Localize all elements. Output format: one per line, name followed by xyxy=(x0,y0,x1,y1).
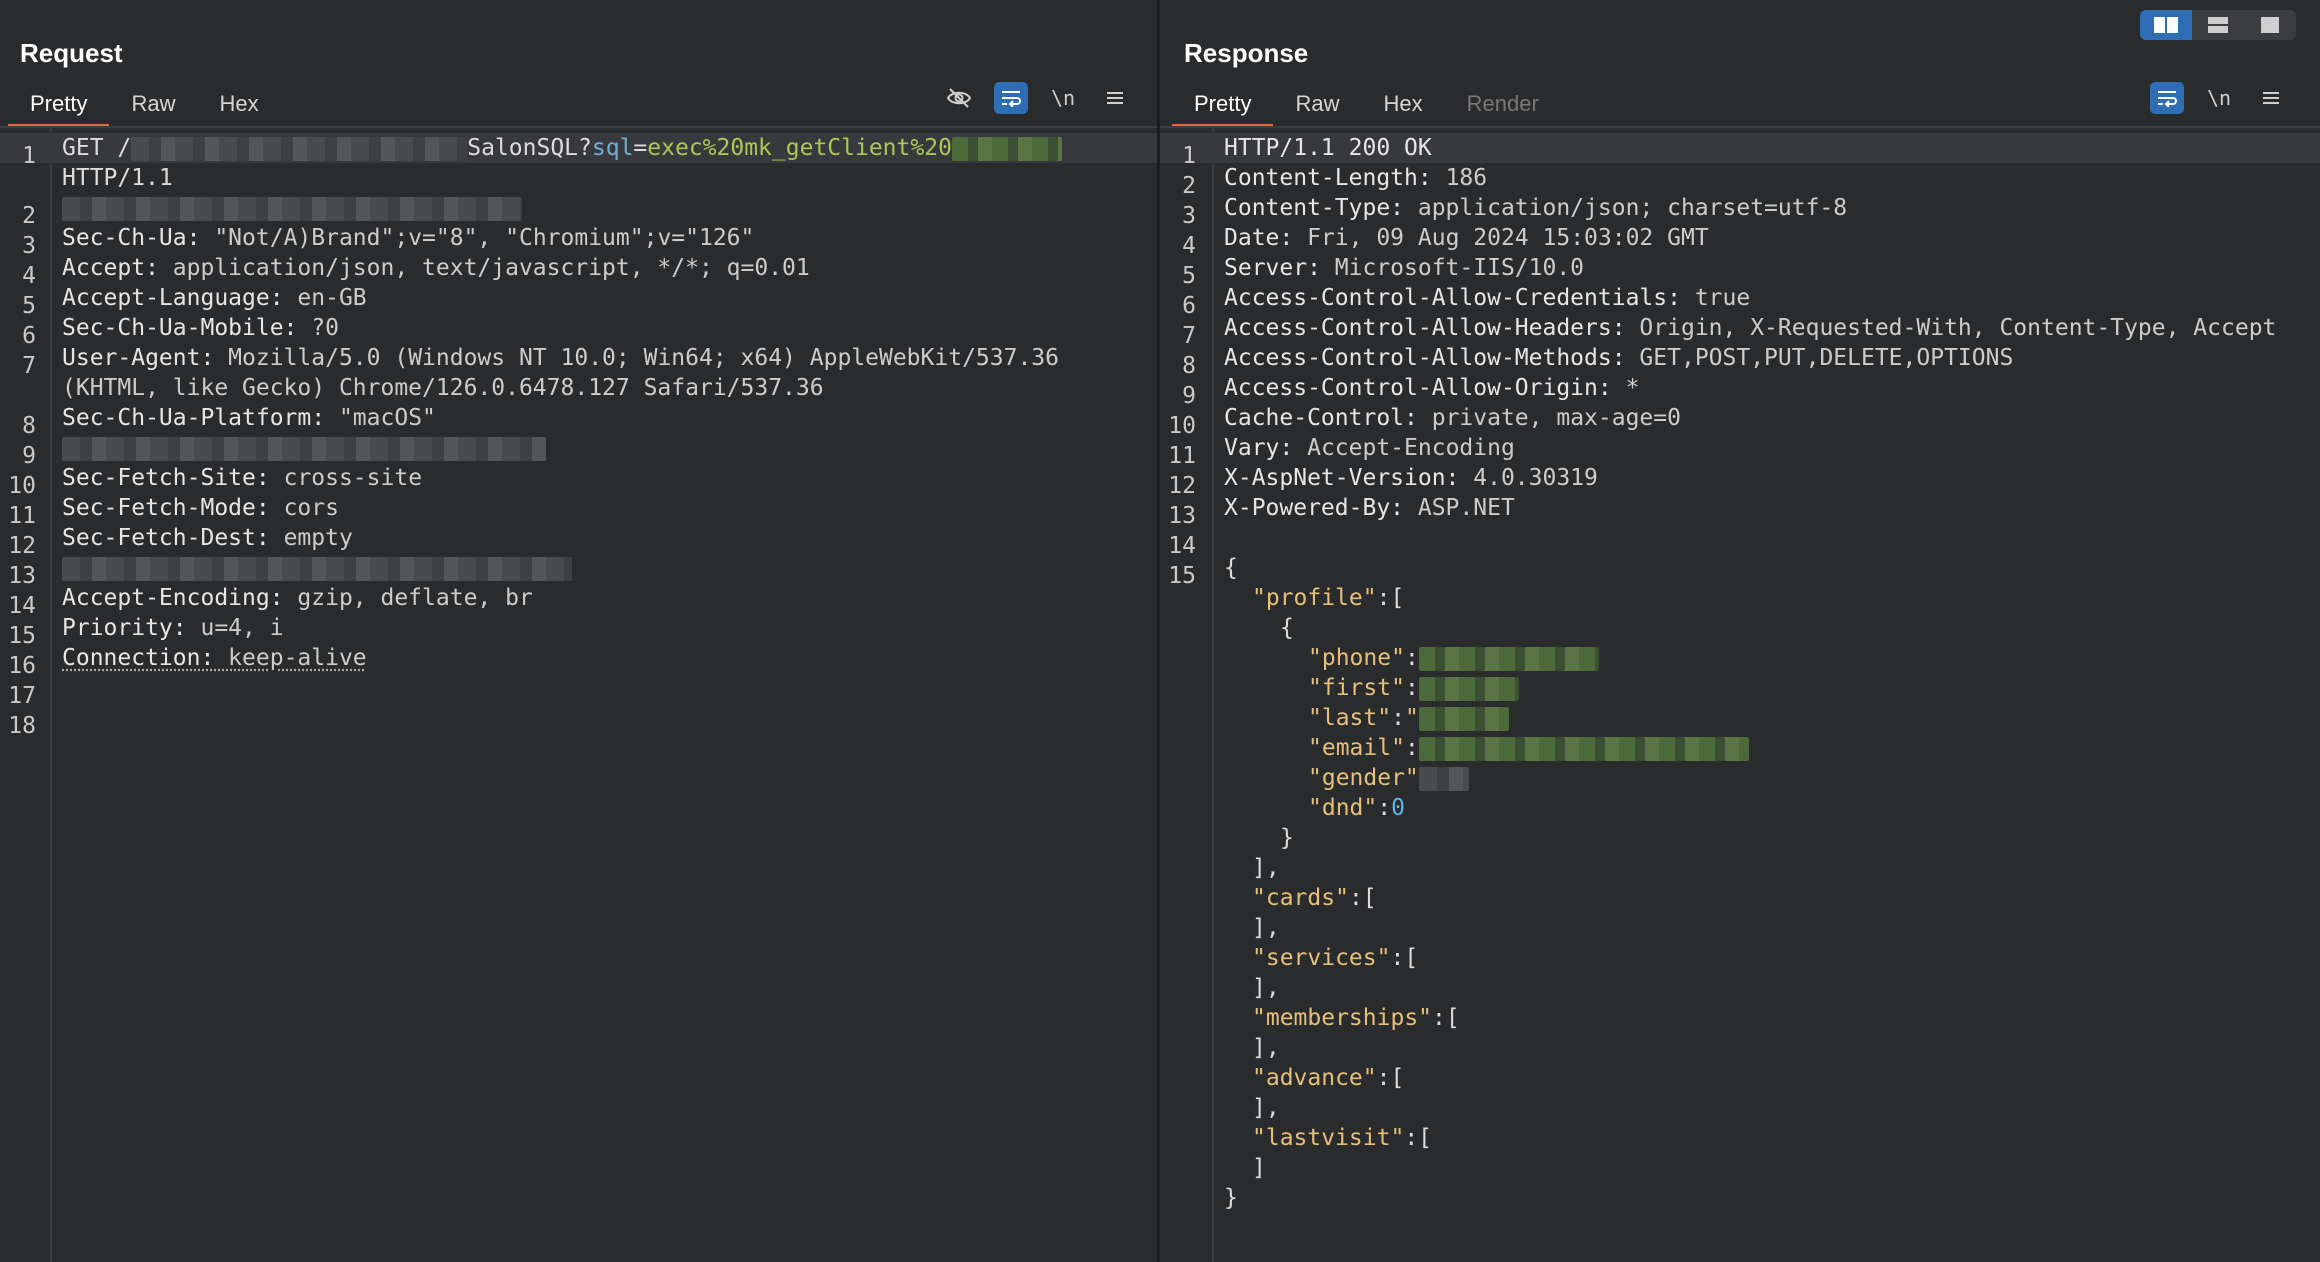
request-line: 10 Sec-Fetch-Site: cross-site xyxy=(8,465,423,499)
request-tab-raw[interactable]: Raw xyxy=(109,88,197,124)
json-line: "memberships":[ xyxy=(1252,1005,1460,1031)
json-line: ], xyxy=(1252,1095,1280,1121)
request-line: 12 Sec-Fetch-Dest: empty xyxy=(8,525,353,559)
json-line: ], xyxy=(1252,975,1280,1001)
response-editor[interactable]: 1 HTTP/1.1 200 OK 2 Content-Length: 186 … xyxy=(1160,128,2320,1262)
menu-icon[interactable] xyxy=(2254,82,2288,114)
redacted-path xyxy=(131,136,468,161)
request-line: (KHTML, like Gecko) Chrome/126.0.6478.12… xyxy=(62,375,824,401)
request-line: 7 User-Agent: Mozilla/5.0 (Windows NT 10… xyxy=(22,345,1060,379)
json-line: "services":[ xyxy=(1252,945,1419,971)
response-line: 11 Vary: Accept-Encoding xyxy=(1168,435,1515,469)
request-editor[interactable]: 1 GET / SalonSQL?sql=exec%20mk_getClient%… xyxy=(0,128,1157,1262)
json-line: { xyxy=(1280,615,1294,641)
newline-icon[interactable]: \n xyxy=(2202,82,2236,114)
response-tab-hex[interactable]: Hex xyxy=(1361,88,1444,124)
eye-off-icon[interactable] xyxy=(942,82,976,114)
request-line: 16 Connection: keep-alive xyxy=(8,645,367,679)
response-title: Response xyxy=(1184,38,1309,68)
request-line: 6 Sec-Ch-Ua-Mobile: ?0 xyxy=(22,315,339,349)
redacted-header xyxy=(62,436,546,461)
redacted-value xyxy=(1418,676,1519,701)
response-line: 6 Access-Control-Allow-Credentials: true xyxy=(1182,285,1751,319)
response-line: 15 { xyxy=(1168,555,1238,589)
request-tabs: Pretty Raw Hex xyxy=(8,88,281,128)
request-panel: Request Pretty Raw Hex \n 1 GET / SalonSQ… xyxy=(0,0,1157,1262)
json-line: ], xyxy=(1252,855,1280,881)
redacted-value xyxy=(1418,736,1749,761)
request-line: 15 Priority: u=4, i xyxy=(8,615,284,649)
response-line: 5 Server: Microsoft-IIS/10.0 xyxy=(1182,255,1585,289)
request-line: 4 Accept: application/json, text/javascr… xyxy=(22,255,810,289)
response-line: 7 Access-Control-Allow-Headers: Origin, … xyxy=(1182,315,2277,349)
response-line: 2 Content-Length: 186 xyxy=(1182,165,1488,199)
split-horizontal-icon[interactable] xyxy=(2140,10,2192,40)
response-line: 10 Cache-Control: private, max-age=0 xyxy=(1168,405,1681,439)
response-line: 8 Access-Control-Allow-Methods: GET,POST… xyxy=(1182,345,2014,379)
request-line: 3 Sec-Ch-Ua: "Not/A)Brand";v="8", "Chrom… xyxy=(22,225,755,259)
json-line: "last":" xyxy=(1160,703,2320,733)
wrap-icon[interactable] xyxy=(994,82,1028,114)
redacted-value xyxy=(1418,706,1509,731)
request-line: 5 Accept-Language: en-GB xyxy=(22,285,367,319)
request-tab-hex[interactable]: Hex xyxy=(197,88,280,124)
redacted-value xyxy=(1418,766,1469,791)
single-pane-icon[interactable] xyxy=(2244,10,2296,40)
response-line: 3 Content-Type: application/json; charse… xyxy=(1182,195,1848,229)
request-line: 17 xyxy=(8,683,36,709)
request-line: 1 GET / SalonSQL?sql=exec%20mk_getClient%… xyxy=(0,133,1157,169)
split-vertical-icon[interactable] xyxy=(2192,10,2244,40)
request-line: 14 Accept-Encoding: gzip, deflate, br xyxy=(8,585,533,619)
request-line: 2 xyxy=(0,193,1157,229)
redacted-header xyxy=(62,556,572,581)
json-line: "first": xyxy=(1160,673,2320,703)
request-line: HTTP/1.1 xyxy=(62,165,173,191)
response-toolbar: \n xyxy=(2150,82,2288,114)
response-line: 9 Access-Control-Allow-Origin: * xyxy=(1182,375,1640,409)
redacted-param xyxy=(951,136,1062,161)
json-line: ] xyxy=(1252,1155,1266,1181)
response-line: 12 X-AspNet-Version: 4.0.30319 xyxy=(1168,465,1598,499)
json-line: ], xyxy=(1252,915,1280,941)
json-line: "gender" xyxy=(1160,763,2320,793)
json-line: } xyxy=(1224,1185,1238,1211)
request-line: 18 xyxy=(8,713,36,739)
request-line: 11 Sec-Fetch-Mode: cors xyxy=(8,495,339,529)
json-line: "cards":[ xyxy=(1252,885,1377,911)
response-line: 14 xyxy=(1168,533,1196,559)
json-line: "dnd":0 xyxy=(1308,795,1405,821)
json-line: ], xyxy=(1252,1035,1280,1061)
json-line: "lastvisit":[ xyxy=(1252,1125,1433,1151)
response-tab-raw[interactable]: Raw xyxy=(1273,88,1361,124)
request-line: 9 xyxy=(0,433,1157,469)
request-tab-pretty[interactable]: Pretty xyxy=(8,88,110,128)
response-line: 1 HTTP/1.1 200 OK xyxy=(1160,133,2320,169)
response-tab-render[interactable]: Render xyxy=(1445,88,1561,124)
newline-icon[interactable]: \n xyxy=(1046,82,1080,114)
layout-toggle xyxy=(2140,10,2296,40)
json-line: "profile":[ xyxy=(1252,585,1405,611)
response-tabs: Pretty Raw Hex Render xyxy=(1172,88,1561,128)
json-line: "advance":[ xyxy=(1252,1065,1405,1091)
request-toolbar: \n xyxy=(942,82,1132,114)
json-line: } xyxy=(1280,825,1294,851)
json-line: "phone": xyxy=(1160,643,2320,673)
json-line: "email": xyxy=(1160,733,2320,763)
menu-icon[interactable] xyxy=(1098,82,1132,114)
wrap-icon[interactable] xyxy=(2150,82,2184,114)
request-line: 8 Sec-Ch-Ua-Platform: "macOS" xyxy=(22,405,436,439)
redacted-value xyxy=(1418,646,1599,671)
redacted-header xyxy=(62,196,522,221)
request-title: Request xyxy=(20,38,123,68)
response-tab-pretty[interactable]: Pretty xyxy=(1172,88,1274,128)
response-panel: Response Pretty Raw Hex Render \n 1 HTTP… xyxy=(1160,0,2320,1262)
request-line: 13 xyxy=(0,553,1157,589)
response-line: 4 Date: Fri, 09 Aug 2024 15:03:02 GMT xyxy=(1182,225,1709,259)
response-line: 13 X-Powered-By: ASP.NET xyxy=(1168,495,1515,529)
